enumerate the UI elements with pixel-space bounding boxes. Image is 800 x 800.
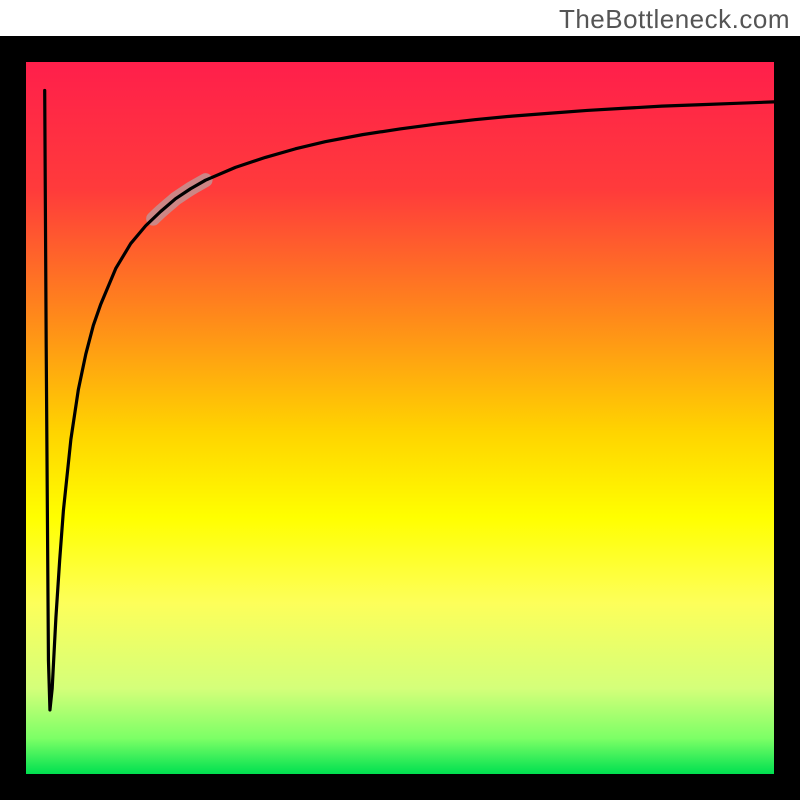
watermark-text: TheBottleneck.com (559, 4, 790, 35)
chart-container: TheBottleneck.com (0, 0, 800, 800)
plot-background-gradient (26, 62, 774, 774)
bottleneck-curve-chart (0, 0, 800, 800)
